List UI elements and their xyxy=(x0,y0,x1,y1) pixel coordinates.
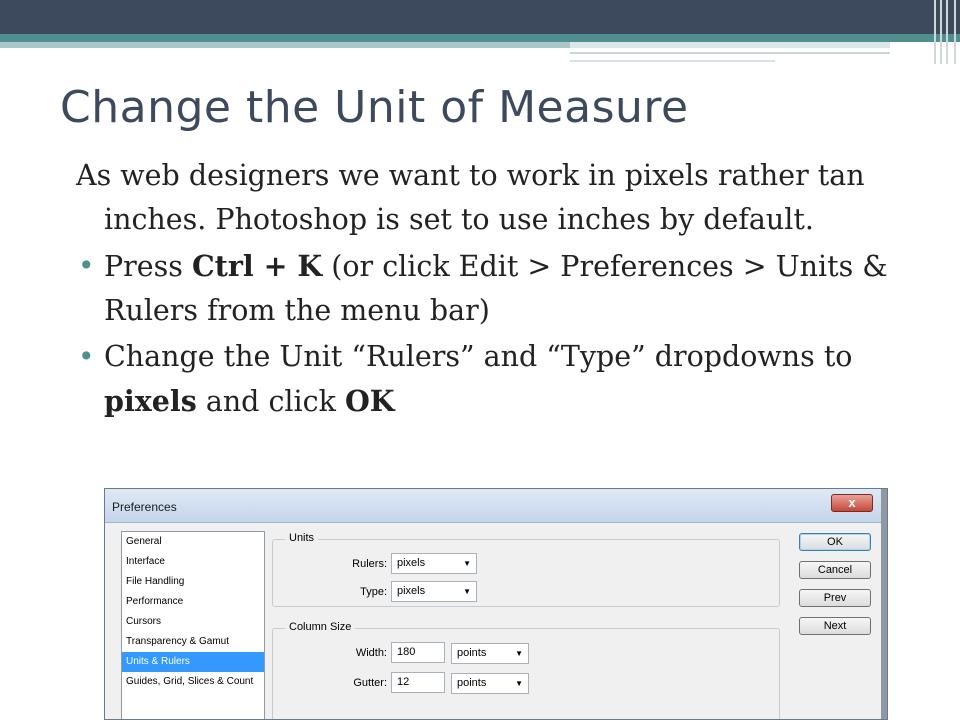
chevron-down-icon: ▼ xyxy=(463,559,471,568)
dialog-titlebar[interactable]: Preferences x xyxy=(105,489,887,523)
bullet2-bold-pixels: pixels xyxy=(104,384,197,418)
bullet-dropdowns: • Change the Unit “Rulers” and “Type” dr… xyxy=(76,335,916,424)
slide-body: As web designers we want to work in pixe… xyxy=(76,154,916,424)
dialog-title: Preferences xyxy=(112,500,177,514)
bullet1-keys: Ctrl + K xyxy=(191,249,323,283)
intro-paragraph: As web designers we want to work in pixe… xyxy=(76,159,865,236)
type-dropdown[interactable]: pixels ▼ xyxy=(391,581,477,602)
bullet-dot-icon: • xyxy=(78,340,95,373)
nav-item-file-handling[interactable]: File Handling xyxy=(122,572,264,592)
width-input[interactable]: 180 xyxy=(391,642,445,663)
header-corner-lines xyxy=(930,0,960,64)
header-rule-short xyxy=(570,60,775,62)
gutter-unit-dropdown[interactable]: points ▼ xyxy=(451,673,529,694)
column-size-group: Column Size Width: 180 points ▼ Gutter: … xyxy=(272,621,780,719)
preferences-nav-list: General Interface File Handling Performa… xyxy=(121,531,265,719)
prev-button[interactable]: Prev xyxy=(799,589,871,607)
width-label: Width: xyxy=(355,647,387,659)
nav-item-general[interactable]: General xyxy=(122,532,264,552)
ok-button[interactable]: OK xyxy=(799,533,871,551)
gutter-label: Gutter: xyxy=(353,677,387,689)
rulers-dropdown[interactable]: pixels ▼ xyxy=(391,553,477,574)
column-size-label: Column Size xyxy=(285,621,356,633)
rulers-label: Rulers: xyxy=(352,558,387,570)
width-unit-value: points xyxy=(457,647,487,659)
bullet2-mid: and click xyxy=(196,385,345,418)
bullet-dot-icon: • xyxy=(78,249,95,282)
nav-item-cursors[interactable]: Cursors xyxy=(122,612,264,632)
chevron-down-icon: ▼ xyxy=(463,587,471,596)
next-button[interactable]: Next xyxy=(799,617,871,635)
type-dropdown-value: pixels xyxy=(397,585,426,597)
width-unit-dropdown[interactable]: points ▼ xyxy=(451,643,529,664)
bullet2-bold-ok: OK xyxy=(344,384,395,418)
chevron-down-icon: ▼ xyxy=(515,679,523,688)
header-light-strip xyxy=(570,42,890,48)
header-accent-strip xyxy=(0,42,570,48)
type-label: Type: xyxy=(360,586,387,598)
chevron-down-icon: ▼ xyxy=(515,649,523,658)
cancel-button[interactable]: Cancel xyxy=(799,561,871,579)
bullet-shortcut: • Press Ctrl + K (or click Edit > Prefer… xyxy=(76,244,916,333)
nav-item-units-rulers[interactable]: Units & Rulers xyxy=(122,652,264,672)
header-rule xyxy=(570,52,890,54)
dialog-edge-shadow xyxy=(881,489,887,719)
close-button[interactable]: x xyxy=(831,494,873,512)
preferences-dialog: Preferences x General Interface File Han… xyxy=(104,488,888,720)
bullet2-pre: Change the Unit “Rulers” and “Type” drop… xyxy=(104,340,853,373)
nav-item-performance[interactable]: Performance xyxy=(122,592,264,612)
units-group-label: Units xyxy=(285,532,319,544)
slide-title: Change the Unit of Measure xyxy=(60,82,689,133)
gutter-unit-value: points xyxy=(457,677,487,689)
nav-item-interface[interactable]: Interface xyxy=(122,552,264,572)
bullet1-pre: Press xyxy=(104,250,192,283)
header-bar xyxy=(0,0,960,34)
units-group: Units Rulers: pixels ▼ Type: pixels ▼ xyxy=(272,532,780,607)
nav-item-guides-grid[interactable]: Guides, Grid, Slices & Count xyxy=(122,672,264,692)
rulers-dropdown-value: pixels xyxy=(397,557,426,569)
header-accent-bar xyxy=(0,34,960,42)
gutter-input[interactable]: 12 xyxy=(391,672,445,693)
nav-item-transparency[interactable]: Transparency & Gamut xyxy=(122,632,264,652)
